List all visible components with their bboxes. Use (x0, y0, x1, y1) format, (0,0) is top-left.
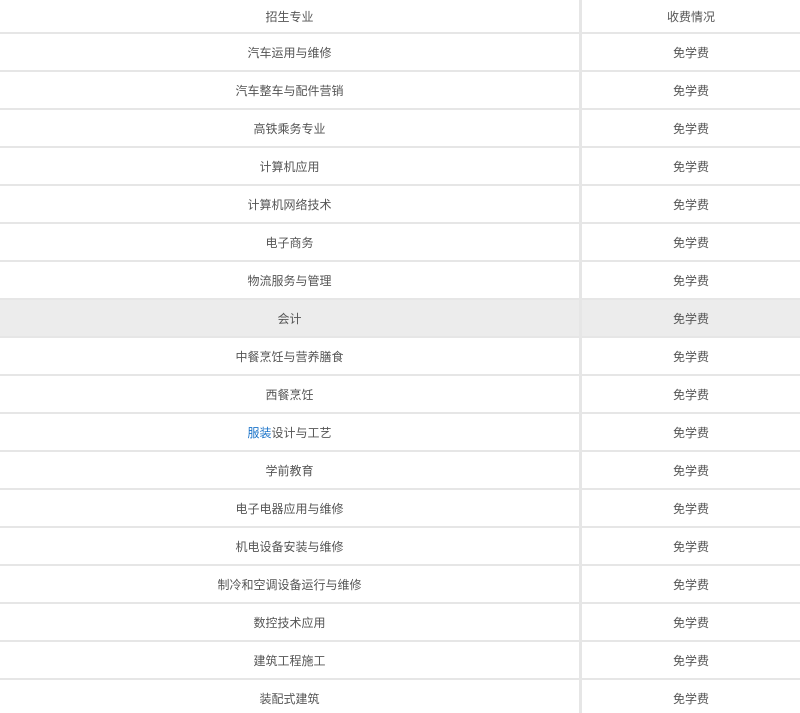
fashion-link[interactable]: 服装 (247, 424, 271, 441)
major-cell: 中餐烹饪与营养膳食 (0, 338, 582, 374)
table-row: 机电设备安装与维修 免学费 (0, 528, 800, 566)
fee-cell: 免学费 (672, 273, 709, 288)
fee-cell: 免学费 (672, 425, 709, 440)
major-cell: 数控技术应用 (0, 604, 582, 640)
major-cell: 装配式建筑 (0, 680, 582, 713)
table-row: 计算机网络技术 免学费 (0, 186, 800, 224)
table-row: 数控技术应用 免学费 (0, 604, 800, 642)
fee-cell: 免学费 (672, 121, 709, 136)
table-row: 学前教育 免学费 (0, 452, 800, 490)
table-row: 建筑工程施工 免学费 (0, 642, 800, 680)
table-row: 汽车整车与配件营销 免学费 (0, 72, 800, 110)
fee-cell: 免学费 (672, 615, 709, 630)
fee-cell: 免学费 (672, 349, 709, 364)
major-cell: 物流服务与管理 (0, 262, 582, 298)
major-cell: 汽车整车与配件营销 (0, 72, 582, 108)
major-cell: 计算机网络技术 (0, 186, 582, 222)
table-row: 中餐烹饪与营养膳食 免学费 (0, 338, 800, 376)
table-row: 西餐烹饪 免学费 (0, 376, 800, 414)
major-cell: 学前教育 (0, 452, 582, 488)
table-header-row: 招生专业 收费情况 (0, 0, 800, 34)
fee-cell: 免学费 (672, 159, 709, 174)
major-cell: 计算机应用 (0, 148, 582, 184)
fee-cell: 免学费 (672, 197, 709, 212)
header-fee: 收费情况 (666, 9, 715, 24)
table-row: 服装 设计与工艺 免学费 (0, 414, 800, 452)
table-row: 物流服务与管理 免学费 (0, 262, 800, 300)
fee-cell: 免学费 (672, 501, 709, 516)
table-row: 计算机应用 免学费 (0, 148, 800, 186)
major-cell: 服装 设计与工艺 (0, 414, 582, 450)
table-row: 电子电器应用与维修 免学费 (0, 490, 800, 528)
major-cell: 电子商务 (0, 224, 582, 260)
fee-cell: 免学费 (672, 691, 709, 706)
table-row: 高铁乘务专业 免学费 (0, 110, 800, 148)
header-major: 招生专业 (0, 0, 582, 32)
major-cell: 制冷和空调设备运行与维修 (0, 566, 582, 602)
table-row: 电子商务 免学费 (0, 224, 800, 262)
major-cell: 汽车运用与维修 (0, 34, 582, 70)
majors-fee-table: 招生专业 收费情况 汽车运用与维修 免学费 汽车整车与配件营销 免学费 高铁乘务… (0, 0, 800, 713)
fee-cell: 免学费 (672, 577, 709, 592)
major-cell: 电子电器应用与维修 (0, 490, 582, 526)
table-row: 汽车运用与维修 免学费 (0, 34, 800, 72)
table-row: 装配式建筑 免学费 (0, 680, 800, 713)
fee-cell: 免学费 (672, 653, 709, 668)
major-cell: 会计 (0, 300, 582, 336)
fee-cell: 免学费 (672, 235, 709, 250)
major-cell: 机电设备安装与维修 (0, 528, 582, 564)
fee-cell: 免学费 (672, 539, 709, 554)
major-cell: 高铁乘务专业 (0, 110, 582, 146)
major-cell: 建筑工程施工 (0, 642, 582, 678)
fee-cell: 免学费 (672, 45, 709, 60)
fee-cell: 免学费 (672, 387, 709, 402)
fee-cell: 免学费 (672, 463, 709, 478)
table-row-hovered: 会计 免学费 (0, 300, 800, 338)
major-cell-rest: 设计与工艺 (271, 425, 332, 440)
table-row: 制冷和空调设备运行与维修 免学费 (0, 566, 800, 604)
major-cell: 西餐烹饪 (0, 376, 582, 412)
fee-cell: 免学费 (672, 311, 709, 326)
fee-cell: 免学费 (672, 83, 709, 98)
